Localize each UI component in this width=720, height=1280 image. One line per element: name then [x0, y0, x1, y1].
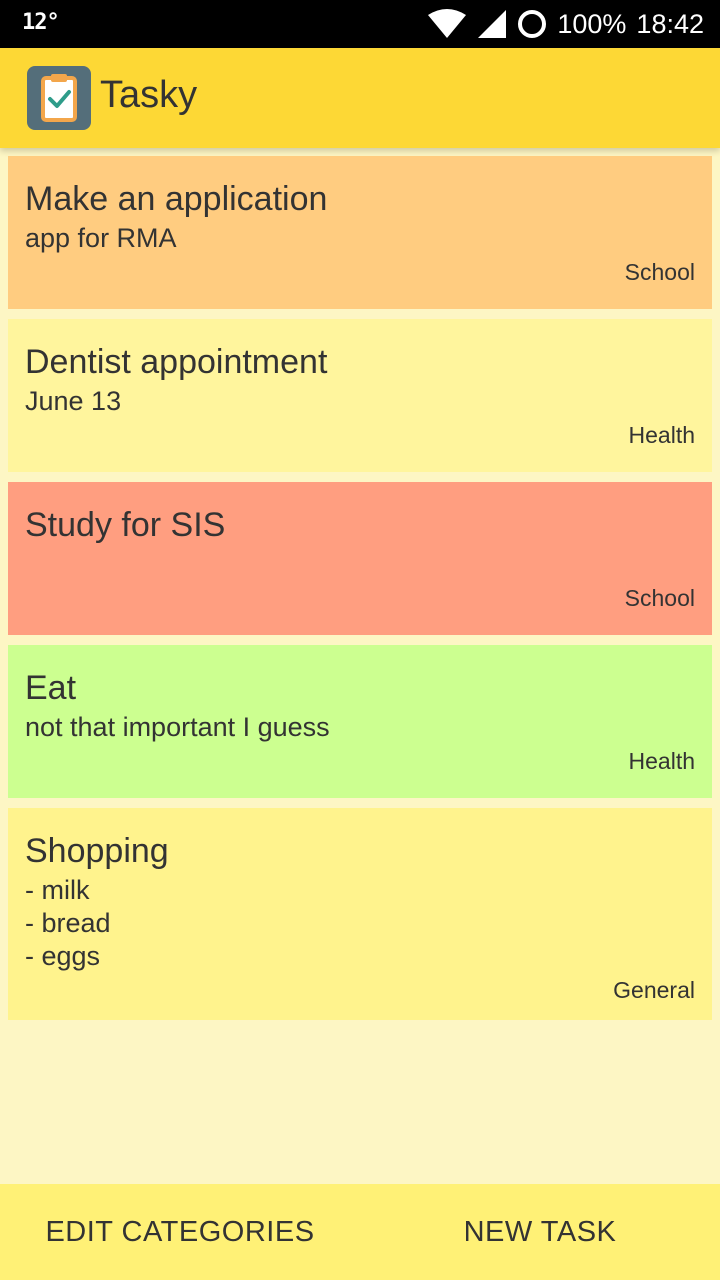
cell-signal-icon: [478, 10, 507, 38]
task-description: app for RMA: [25, 223, 177, 253]
task-card[interactable]: Shopping - milk - bread - eggs General: [8, 808, 712, 1020]
bottom-action-bar: EDIT CATEGORIES NEW TASK: [0, 1184, 720, 1280]
battery-circle-icon: [518, 10, 547, 38]
task-description: June 13: [25, 386, 122, 416]
wifi-icon: [428, 9, 467, 38]
clipboard-check-icon: [27, 66, 91, 130]
clock: 18:42: [636, 8, 704, 39]
task-card[interactable]: Make an application app for RMA School: [8, 156, 712, 309]
status-bar: 12° 100% 18:42: [0, 0, 720, 48]
new-task-button[interactable]: NEW TASK: [360, 1184, 720, 1280]
task-category: General: [613, 977, 695, 1003]
task-title: Eat: [25, 669, 77, 707]
task-title: Shopping: [25, 832, 169, 870]
edit-categories-button[interactable]: EDIT CATEGORIES: [0, 1184, 360, 1280]
task-description: - milk - bread - eggs: [25, 875, 111, 971]
task-category: Health: [628, 748, 695, 774]
task-card[interactable]: Eat not that important I guess Health: [8, 645, 712, 798]
task-card[interactable]: Study for SIS School: [8, 482, 712, 635]
task-description: [25, 548, 695, 581]
task-title: Study for SIS: [25, 506, 226, 544]
task-title: Make an application: [25, 180, 328, 218]
task-description: not that important I guess: [25, 712, 330, 742]
task-category: School: [624, 259, 695, 285]
task-title: Dentist appointment: [25, 343, 328, 381]
app-title: Tasky: [100, 74, 198, 116]
temperature-indicator: 12°: [22, 10, 60, 35]
battery-percent: 100%: [557, 8, 627, 39]
task-card[interactable]: Dentist appointment June 13 Health: [8, 319, 712, 472]
task-category: Health: [628, 422, 695, 448]
status-icons: 100% 18:42: [427, 0, 704, 48]
task-category: School: [624, 585, 695, 611]
task-list: Make an application app for RMA School D…: [8, 156, 712, 1020]
app-bar: Tasky: [0, 48, 720, 148]
